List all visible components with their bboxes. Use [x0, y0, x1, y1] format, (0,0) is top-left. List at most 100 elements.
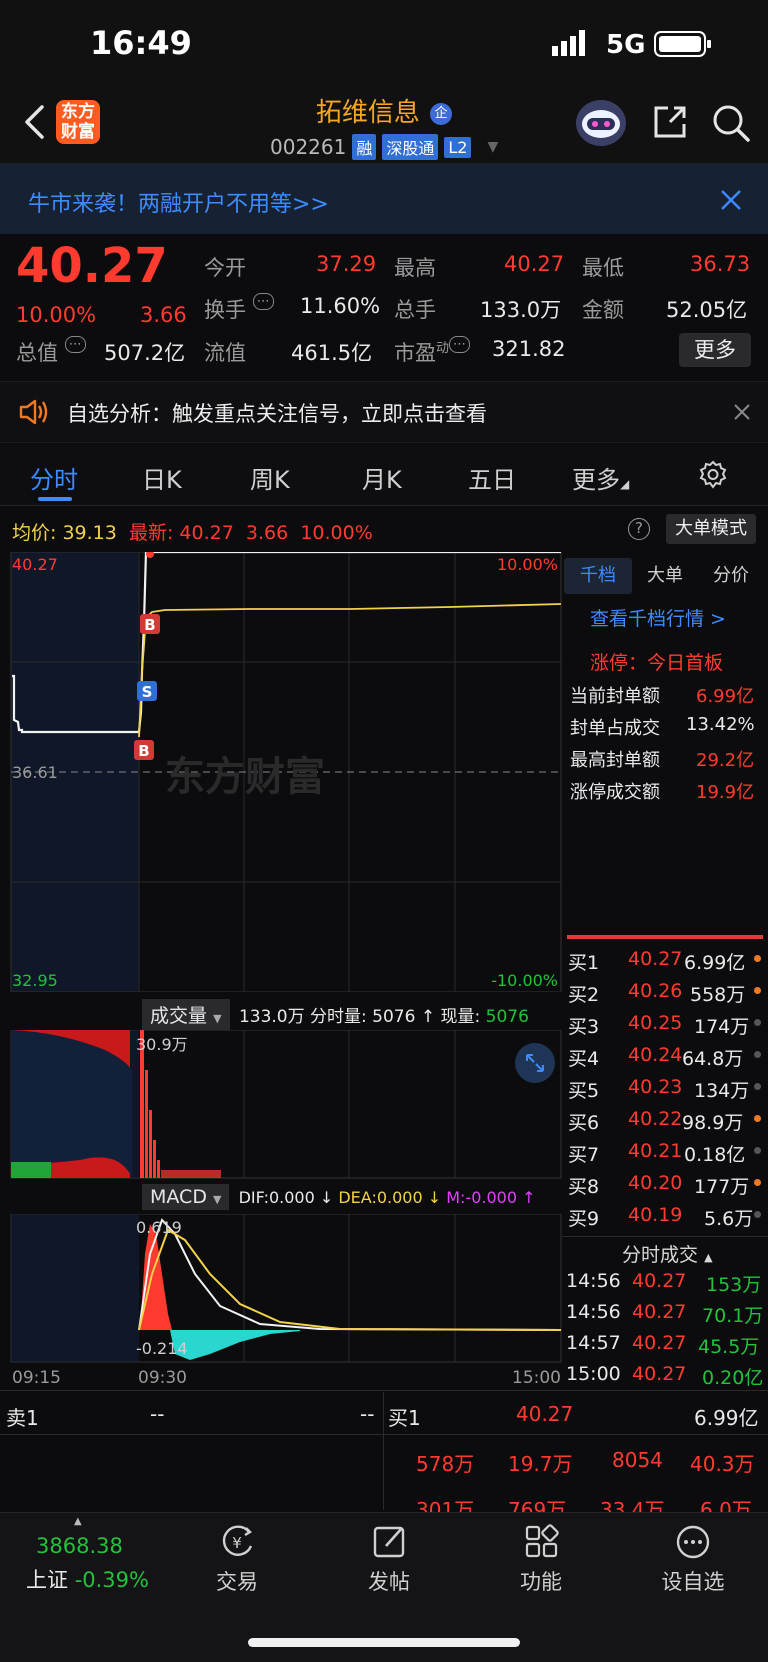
tab-big-orders[interactable]: 大单	[632, 558, 698, 594]
chevron-down-icon: ▼	[213, 1012, 222, 1025]
view-levels-link[interactable]: 查看千档行情 >	[590, 604, 726, 631]
list-item: 14:56 40.27 153万	[566, 1270, 762, 1296]
price-top-label: 40.27	[12, 555, 58, 574]
big-order-mode-button[interactable]: 大单模式	[666, 514, 756, 544]
caret-up-icon: ▲	[704, 1251, 713, 1264]
macd-chart[interactable]: 0.619 -0.214	[0, 1214, 562, 1366]
list-item[interactable]: 买6 40.22 98.9万	[566, 1108, 766, 1140]
volume-label: 总手	[394, 298, 436, 322]
tab-monthly-k[interactable]: 月K	[362, 460, 402, 495]
list-item: 14:56 40.27 70.1万	[566, 1301, 764, 1327]
price-chart[interactable]: B S B 东方财富 40.27 10.00% 36.61 32.95 -10.…	[0, 552, 562, 992]
stock-subtitle[interactable]: 002261 融 深股通 L2 ▼	[270, 134, 498, 160]
expand-icon[interactable]	[515, 1043, 555, 1083]
volume-chart[interactable]: 30.9万	[0, 1030, 562, 1180]
volume-indicator-select[interactable]: 成交量 ▼	[142, 999, 230, 1030]
info-icon[interactable]: ⋯	[252, 293, 274, 310]
mktcap-value: 507.2亿	[104, 341, 186, 365]
order-book[interactable]: 买1 40.27 6.99亿 买2 40.26 558万 买3 40.25 17…	[566, 948, 766, 1236]
stock-code: 002261	[270, 135, 347, 159]
high-value: 40.27	[504, 252, 565, 276]
list-item[interactable]: 买8 40.20 177万	[566, 1172, 766, 1204]
promo-banner-text[interactable]: 牛市来袭！两融开户不用等>>	[28, 186, 329, 218]
low-value: 36.73	[690, 252, 751, 276]
divider	[0, 1434, 768, 1435]
sell1-price: --	[150, 1402, 165, 1426]
caret-up-icon: ▲	[74, 1516, 82, 1527]
search-icon[interactable]	[710, 102, 752, 148]
sell1-label: 卖1	[6, 1406, 39, 1430]
open-value: 37.29	[316, 252, 377, 276]
tab-active-indicator	[38, 497, 72, 501]
enterprise-badge: 企	[430, 102, 453, 125]
table-cell: 19.7万	[508, 1452, 573, 1476]
index-name: 上证	[26, 1568, 68, 1592]
macd-indicator-select[interactable]: MACD ▼	[142, 1184, 230, 1210]
list-item[interactable]: 买2 40.26 558万	[566, 980, 766, 1012]
post-tab[interactable]: 发帖	[334, 1524, 444, 1594]
index-ticker[interactable]: ▲ 3868.38 上证 -0.39%	[20, 1516, 170, 1596]
features-tab[interactable]: 功能	[486, 1524, 596, 1594]
robot-avatar-icon[interactable]	[574, 98, 628, 152]
pct-bottom-label: -10.00%	[491, 971, 558, 990]
help-icon[interactable]: ?	[628, 518, 650, 540]
tab-more[interactable]: 更多◢	[572, 460, 629, 495]
tag-connect: 深股通	[382, 134, 439, 160]
share-icon[interactable]	[650, 102, 690, 146]
amount-label: 金额	[582, 298, 624, 322]
home-indicator	[248, 1638, 520, 1647]
turnover-label: 换手 ⋯	[204, 293, 274, 324]
pe-label: 市盈动 ⋯	[394, 336, 471, 367]
amount-value: 52.05亿	[666, 298, 748, 322]
gear-icon[interactable]	[698, 460, 728, 494]
list-item[interactable]: 买1 40.27 6.99亿	[566, 948, 766, 980]
time-axis-start: 09:15	[12, 1368, 61, 1388]
stat-value: 29.2亿	[696, 750, 755, 771]
close-icon[interactable]	[720, 189, 742, 215]
price-bottom-label: 32.95	[12, 971, 58, 990]
yen-icon: ¥	[222, 1525, 253, 1556]
volume-header: 成交量 ▼ 133.0万 分时量: 5076 ↑ 现量: 5076	[142, 999, 529, 1030]
open-label: 今开	[204, 256, 246, 280]
index-change: -0.39%	[74, 1568, 149, 1592]
tab-daily-k[interactable]: 日K	[142, 460, 182, 495]
svg-text:¥: ¥	[232, 1534, 242, 1552]
more-dots-icon	[676, 1525, 710, 1559]
watchlist-tab[interactable]: 设自选	[638, 1524, 748, 1594]
list-item[interactable]: 买9 40.19 5.6万	[566, 1204, 766, 1236]
chevron-down-icon: ▼	[213, 1193, 222, 1206]
tick-list[interactable]: 14:56 40.27 153万 14:56 40.27 70.1万 14:57…	[566, 1270, 766, 1394]
info-icon[interactable]: ⋯	[449, 336, 471, 353]
change-percent: 10.00%	[16, 303, 97, 327]
stat-label: 封单占成交	[570, 718, 660, 739]
list-item[interactable]: 买3 40.25 174万	[566, 1012, 766, 1044]
notice-text[interactable]: 自选分析：触发重点关注信号，立即点击查看	[67, 398, 487, 428]
tab-thousand-levels[interactable]: 千档	[564, 558, 632, 594]
limit-up-label: 涨停：今日首板	[590, 652, 724, 674]
marker-buy: B	[138, 742, 149, 760]
network-type: 5G	[606, 30, 646, 60]
status-time: 16:49	[90, 24, 192, 62]
tab-five-day[interactable]: 五日	[468, 460, 516, 495]
list-item[interactable]: 买4 40.24 64.8万	[566, 1044, 766, 1076]
list-item[interactable]: 买7 40.21 0.18亿	[566, 1140, 766, 1172]
info-icon[interactable]: ⋯	[64, 336, 86, 353]
more-button[interactable]: 更多	[679, 333, 751, 367]
close-icon[interactable]	[734, 404, 750, 424]
tab-intraday[interactable]: 分时	[30, 460, 78, 495]
stat-label: 最高封单额	[570, 750, 660, 771]
trade-tab[interactable]: ¥ 交易	[182, 1524, 292, 1594]
ticks-title[interactable]: 分时成交 ▲	[622, 1240, 713, 1267]
list-item[interactable]: 买5 40.23 134万	[566, 1076, 766, 1108]
stat-value: 13.42%	[686, 714, 755, 735]
watermark: 东方财富	[165, 754, 325, 800]
tab-weekly-k[interactable]: 周K	[250, 460, 290, 495]
tab-price-dist[interactable]: 分价	[698, 558, 764, 594]
list-item: 14:57 40.27 45.5万	[566, 1332, 760, 1358]
low-label: 最低	[582, 256, 624, 280]
time-axis-close: 15:00	[512, 1368, 561, 1388]
float-label: 流值	[204, 341, 246, 365]
volume-value: 133.0万	[480, 298, 562, 322]
buy1-volume: 6.99亿	[694, 1406, 759, 1430]
right-panel-tabs: 千档 大单 分价	[564, 558, 764, 594]
